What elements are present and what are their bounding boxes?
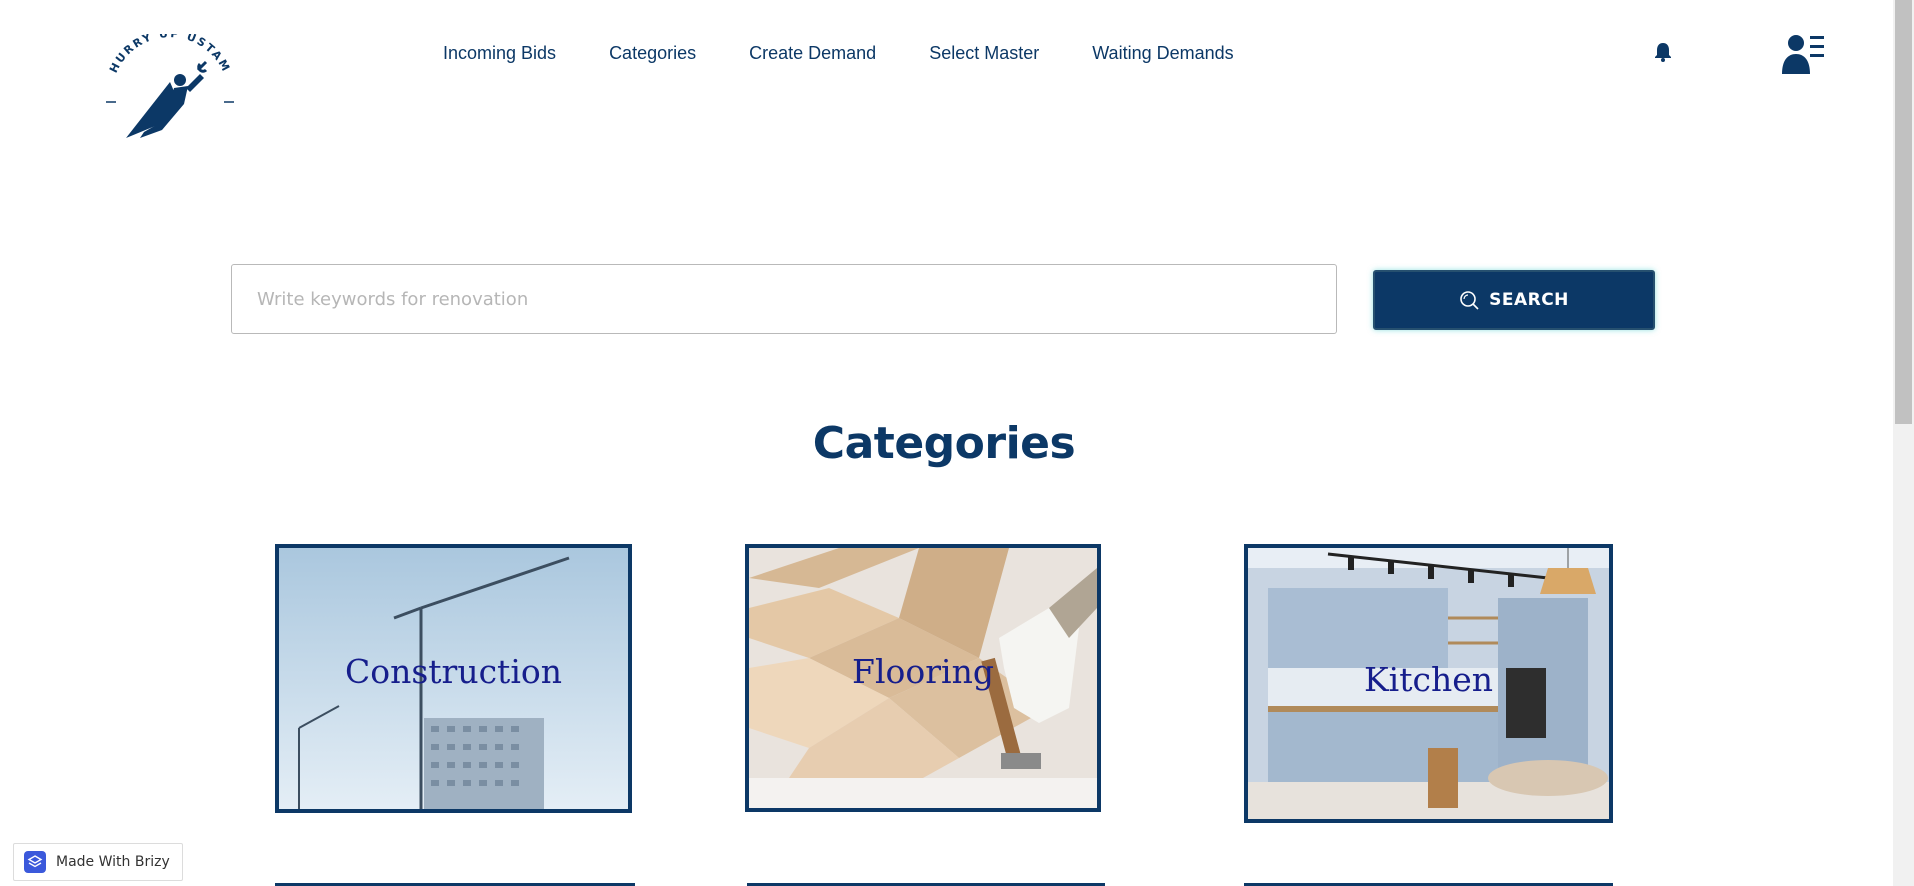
category-card-construction[interactable]: Construction — [275, 544, 632, 813]
made-with-brizy-badge[interactable]: Made With Brizy — [13, 843, 183, 881]
nav-categories[interactable]: Categories — [609, 40, 696, 66]
main-nav: Incoming Bids Categories Create Demand S… — [443, 40, 1287, 66]
search-button-label: SEARCH — [1489, 290, 1569, 310]
nav-create-demand[interactable]: Create Demand — [749, 40, 876, 66]
category-card-kitchen[interactable]: Kitchen — [1244, 544, 1613, 823]
scrollbar-thumb[interactable] — [1895, 0, 1912, 424]
nav-select-master[interactable]: Select Master — [929, 40, 1039, 66]
logo-text: HURRY UP USTAM — [107, 34, 231, 75]
nav-waiting-demands[interactable]: Waiting Demands — [1092, 40, 1233, 66]
category-card-flooring[interactable]: Flooring — [745, 544, 1101, 812]
logo[interactable]: HURRY UP USTAM — [100, 34, 240, 142]
page: HURRY UP USTAM Incoming Bids Categories … — [0, 0, 1914, 886]
category-label-kitchen: Kitchen — [1364, 660, 1493, 699]
search-input[interactable] — [231, 264, 1337, 334]
bell-icon[interactable] — [1654, 42, 1672, 62]
brizy-logo-icon — [24, 851, 46, 873]
search-icon — [1460, 291, 1479, 310]
made-with-brizy-label: Made With Brizy — [56, 854, 170, 870]
svg-text:HURRY UP USTAM: HURRY UP USTAM — [107, 34, 233, 75]
categories-title: Categories — [812, 418, 1076, 469]
search-button[interactable]: SEARCH — [1373, 270, 1655, 330]
category-label-construction: Construction — [344, 652, 562, 691]
category-label-flooring: Flooring — [852, 652, 994, 691]
nav-incoming-bids[interactable]: Incoming Bids — [443, 40, 556, 66]
user-menu-icon[interactable] — [1782, 32, 1826, 76]
